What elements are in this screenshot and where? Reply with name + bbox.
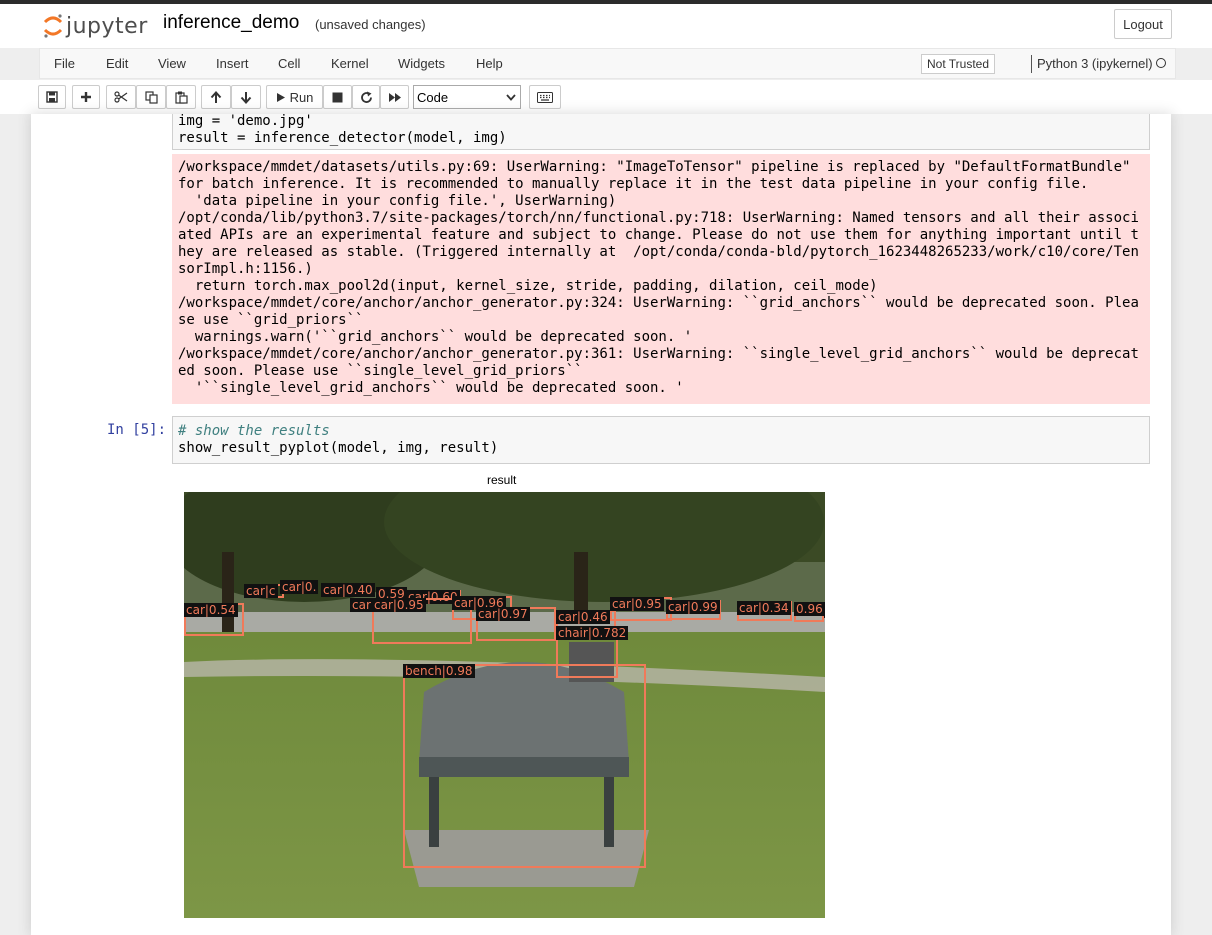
detections-layer: car|0.54 car|c car|0. car|0.40 0.59 car|0.60 c… xyxy=(184,492,825,918)
plus-icon xyxy=(81,92,91,102)
detection-label: car|0.40 xyxy=(321,583,375,597)
cell-type-select[interactable]: Code xyxy=(413,85,521,109)
menu-file[interactable]: File xyxy=(54,56,75,71)
copy-button[interactable] xyxy=(136,85,166,109)
cell5-prompt: In [5]: xyxy=(107,422,167,438)
arrow-down-icon xyxy=(240,91,252,104)
detection-box: car| xyxy=(350,598,377,612)
detection-label: car|0.54 xyxy=(184,603,238,617)
scissors-icon xyxy=(114,91,128,103)
detection-label: car|0. xyxy=(280,580,319,594)
save-icon xyxy=(46,91,58,103)
save-status: (unsaved changes) xyxy=(315,17,426,32)
detection-box: car|0.99 xyxy=(666,600,721,620)
chevron-down-icon xyxy=(506,94,516,101)
cell5-code: show_result_pyplot(model, img, result) xyxy=(178,440,499,456)
logout-button[interactable]: Logout xyxy=(1114,9,1172,39)
detection-label: car|0.95 xyxy=(610,597,664,611)
arrow-up-icon xyxy=(210,90,222,103)
detection-label: car|0.46 xyxy=(556,610,610,624)
kernel-name[interactable]: Python 3 (ipykernel) xyxy=(1037,56,1153,71)
menu-edit[interactable]: Edit xyxy=(106,56,128,71)
detection-label: bench|0.98 xyxy=(403,664,475,678)
keyboard-icon xyxy=(537,91,553,103)
header: jupyter inference_demo (unsaved changes)… xyxy=(0,4,1212,48)
detection-label: car|0.97 xyxy=(476,607,530,621)
play-icon xyxy=(276,92,285,102)
run-label: Run xyxy=(289,89,314,105)
detection-box: car|0.97 xyxy=(476,607,556,641)
detection-label: 99 xyxy=(824,604,825,618)
restart-icon xyxy=(360,91,372,103)
cell4-stderr-output: /workspace/mmdet/datasets/utils.py:69: U… xyxy=(172,154,1150,404)
menu-view[interactable]: View xyxy=(158,56,186,71)
detection-label: car|0.99 xyxy=(666,600,720,614)
not-trusted-badge[interactable]: Not Trusted xyxy=(921,54,996,74)
detection-box: car|0.34 xyxy=(737,601,792,621)
detection-label: chair|0.782 xyxy=(556,626,629,640)
result-figure: car|0.54 car|c car|0. car|0.40 0.59 car|0.60 c… xyxy=(184,492,825,918)
detection-box: car|0.95 xyxy=(610,597,672,621)
cut-button[interactable] xyxy=(106,85,136,109)
jupyter-logo[interactable]: jupyter xyxy=(42,11,148,41)
cell-type-value: Code xyxy=(417,89,449,105)
restart-run-all-button[interactable] xyxy=(380,85,409,109)
cell5-input[interactable]: # show the results show_result_pyplot(mo… xyxy=(172,416,1150,464)
menu-widgets[interactable]: Widgets xyxy=(398,56,445,71)
detection-box: car|0. xyxy=(280,580,319,594)
command-palette-button[interactable] xyxy=(529,85,561,109)
menu-help[interactable]: Help xyxy=(476,56,503,71)
insert-cell-button[interactable] xyxy=(72,85,100,109)
cell4-code-line-2: result = inference_detector(model, img) xyxy=(178,130,507,146)
detection-label: 0.96 xyxy=(794,602,825,616)
detection-box: car|c xyxy=(244,584,284,598)
notebook-container: img = 'demo.jpg' result = inference_dete… xyxy=(31,114,1171,935)
detection-label: car|0.34 xyxy=(737,601,791,615)
paste-icon xyxy=(174,91,188,104)
detection-label: car|0.95 xyxy=(372,598,426,612)
kernel-idle-icon xyxy=(1156,58,1166,68)
detection-box: 99 xyxy=(824,604,825,618)
notebook-name[interactable]: inference_demo xyxy=(163,12,299,34)
cell5-comment: # show the results xyxy=(178,423,330,439)
save-button[interactable] xyxy=(38,85,66,109)
cell4-code-line-1: img = 'demo.jpg' xyxy=(178,114,313,129)
copy-icon xyxy=(144,90,158,104)
detection-box: 0.96 xyxy=(794,602,825,622)
fast-forward-icon xyxy=(388,92,401,102)
jupyter-logo-icon xyxy=(43,14,63,38)
restart-button[interactable] xyxy=(352,85,380,109)
run-button[interactable]: Run xyxy=(266,85,323,109)
detection-box: car|0.54 xyxy=(184,603,244,636)
figure-title: result xyxy=(487,473,517,487)
menu-insert[interactable]: Insert xyxy=(216,56,249,71)
cell4-input[interactable]: img = 'demo.jpg' result = inference_dete… xyxy=(172,114,1150,150)
move-down-button[interactable] xyxy=(231,85,261,109)
detection-box: car|0.40 xyxy=(321,583,375,597)
toolbar: Run Code xyxy=(0,80,1212,114)
kernel-separator xyxy=(1031,55,1032,73)
stderr-text: /workspace/mmdet/datasets/utils.py:69: U… xyxy=(178,159,1139,396)
menu-kernel[interactable]: Kernel xyxy=(331,56,369,71)
detection-box: bench|0.98 xyxy=(403,664,646,868)
move-up-button[interactable] xyxy=(201,85,231,109)
detection-label: car|c xyxy=(244,584,278,598)
interrupt-button[interactable] xyxy=(323,85,352,109)
stop-icon xyxy=(332,92,343,102)
menu-cell[interactable]: Cell xyxy=(278,56,300,71)
menubar: File Edit View Insert Cell Kernel Widget… xyxy=(39,48,1176,79)
paste-button[interactable] xyxy=(166,85,196,109)
logo-text: jupyter xyxy=(66,13,148,39)
